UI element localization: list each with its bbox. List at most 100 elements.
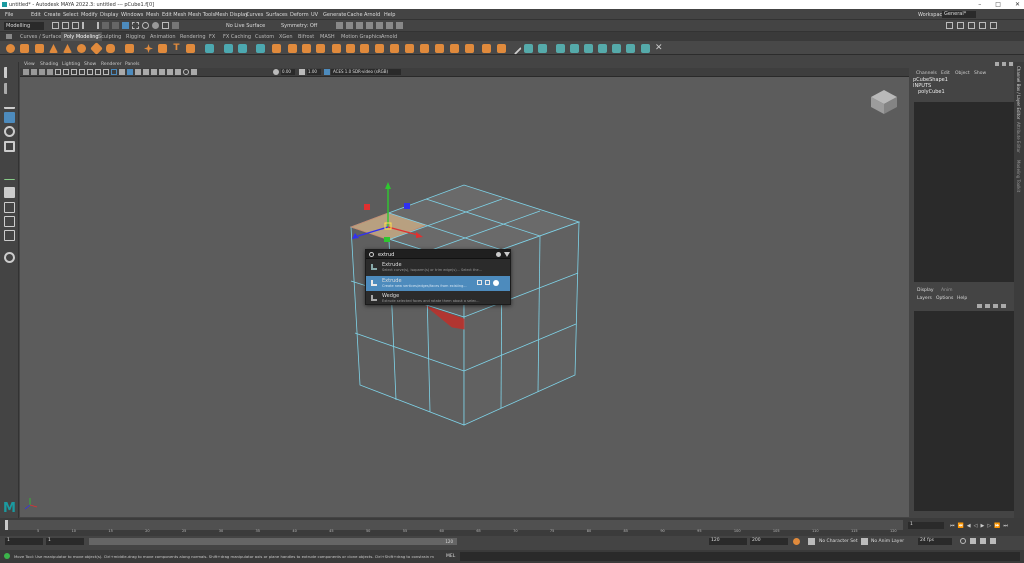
shelf-tab-motion-graphics[interactable]: Motion Graphics	[341, 34, 382, 40]
current-time-marker[interactable]	[5, 520, 8, 530]
merge-icon[interactable]	[390, 44, 399, 53]
step-forward-frame-icon[interactable]: ▷	[987, 523, 991, 529]
menu-modify[interactable]: Modify	[81, 12, 98, 18]
bookmarks-icon[interactable]	[39, 69, 45, 75]
viewport-menu-view[interactable]: View	[24, 62, 35, 67]
planar-map-icon[interactable]	[556, 44, 565, 53]
bevel-icon[interactable]	[346, 44, 355, 53]
fill-hole-icon[interactable]	[375, 44, 384, 53]
delete-history-icon[interactable]: ✕	[655, 44, 664, 53]
viewport-menu-lighting[interactable]: Lighting	[62, 62, 80, 67]
shelf-options-icon[interactable]	[6, 34, 12, 39]
shelf-tab-fx-caching[interactable]: FX Caching	[223, 34, 251, 40]
side-tab-attribute-editor[interactable]: Attribute Editor	[1016, 122, 1021, 153]
wireframe-icon[interactable]	[111, 69, 117, 75]
sweep-mesh-icon[interactable]	[158, 44, 167, 53]
extrude-icon[interactable]	[332, 44, 341, 53]
snap-point-icon[interactable]	[152, 22, 159, 29]
grid-toggle-icon[interactable]	[55, 69, 61, 75]
menu-cache[interactable]: Cache	[347, 12, 363, 18]
bridge-icon[interactable]	[316, 44, 325, 53]
isolate-select-icon[interactable]	[183, 69, 189, 75]
poly-cube-icon[interactable]	[20, 44, 29, 53]
render-settings-icon[interactable]	[356, 22, 363, 29]
boolean-icon[interactable]	[272, 44, 281, 53]
cache-icon[interactable]	[980, 538, 986, 544]
single-view-layout-icon[interactable]	[4, 187, 15, 198]
menu-create[interactable]: Create	[44, 12, 61, 18]
symmetry-dropdown[interactable]: Symmetry: Off	[281, 23, 317, 29]
workspace-dropdown[interactable]: General*	[942, 11, 976, 18]
current-frame-field[interactable]: 1	[908, 522, 944, 529]
character-controls-toggle-icon[interactable]	[957, 22, 964, 29]
pin-icon[interactable]	[995, 62, 999, 66]
spherical-map-icon[interactable]	[584, 44, 593, 53]
anim-layer-icon[interactable]	[861, 538, 868, 545]
side-by-side-layout-icon[interactable]	[4, 216, 15, 227]
step-forward-key-icon[interactable]: ⏩	[994, 523, 1000, 529]
ipr-render-icon[interactable]	[346, 22, 353, 29]
uv-editor-icon[interactable]	[612, 44, 621, 53]
layer-down-icon[interactable]	[985, 304, 990, 308]
playback-end-field[interactable]: 120	[709, 538, 747, 545]
search-result-item-selected[interactable]: Extrude Create new vertices/edges/faces …	[366, 276, 510, 291]
search-result-item[interactable]: Extrude Select curve(s), isoparm(s) or t…	[366, 260, 510, 275]
layout-uv-icon[interactable]	[641, 44, 650, 53]
type-tool-icon[interactable]: T	[172, 44, 181, 53]
modeling-toolkit-toggle-icon[interactable]	[946, 22, 953, 29]
colorspace-dropdown[interactable]: ACES 1.0 SDR-video (sRGB)	[331, 69, 401, 75]
chamfer-icon[interactable]	[465, 44, 474, 53]
persp-graph-layout-icon[interactable]	[4, 230, 15, 241]
channel-menu-object[interactable]: Object	[955, 71, 970, 76]
menu-curves[interactable]: Curves	[246, 12, 263, 18]
gate-mask-icon[interactable]	[79, 69, 85, 75]
shelf-tab-bifrost[interactable]: Bifrost	[298, 34, 314, 40]
new-layer-selected-icon[interactable]	[1001, 304, 1006, 308]
smooth-icon[interactable]	[238, 44, 247, 53]
minimize-icon[interactable]: –	[978, 1, 981, 8]
snap-view-icon[interactable]	[162, 22, 169, 29]
film-gate-icon[interactable]	[63, 69, 69, 75]
input-node-label[interactable]: polyCube1	[913, 89, 1012, 95]
go-to-end-icon[interactable]: ⏭	[1003, 523, 1008, 529]
layer-menu-layers[interactable]: Layers	[917, 296, 932, 301]
side-tab-modeling-toolkit[interactable]: Modeling Toolkit	[1016, 160, 1021, 192]
render-frame-icon[interactable]	[336, 22, 343, 29]
play-backwards-icon[interactable]: ◁	[974, 523, 978, 529]
arnold-render-icon[interactable]	[376, 22, 383, 29]
auto-key-icon[interactable]	[793, 538, 800, 545]
rotate-tool-icon[interactable]	[4, 126, 15, 137]
poly-soccer-ball-icon[interactable]	[125, 44, 134, 53]
new-layer-icon[interactable]	[993, 304, 998, 308]
safe-action-icon[interactable]	[95, 69, 101, 75]
menu-file[interactable]: File	[5, 12, 13, 18]
soft-select-icon[interactable]	[4, 169, 15, 180]
clear-search-icon[interactable]	[496, 252, 501, 257]
menu-display[interactable]: Display	[100, 12, 118, 18]
wireframe-on-shaded-icon[interactable]	[127, 69, 133, 75]
search-result-item[interactable]: Wedge Extrude selected faces and rotate …	[366, 291, 510, 306]
append-polygon-icon[interactable]	[360, 44, 369, 53]
fps-dropdown[interactable]: 24 fps	[918, 538, 952, 545]
separate-icon[interactable]	[224, 44, 233, 53]
scene-start-field[interactable]: 1	[5, 538, 43, 545]
poly-torus-icon[interactable]	[77, 44, 86, 53]
mel-label[interactable]: MEL	[446, 554, 455, 559]
select-component-icon[interactable]	[122, 22, 129, 29]
add-to-shelf-icon[interactable]	[477, 280, 482, 285]
snap-surface-icon[interactable]	[172, 22, 179, 29]
scene-end-field[interactable]: 200	[750, 538, 788, 545]
poly-cylinder-icon[interactable]	[35, 44, 44, 53]
menu-mesh-display[interactable]: Mesh Display	[215, 12, 248, 18]
menu-generate[interactable]: Generate	[323, 12, 346, 18]
channel-menu-channels[interactable]: Channels	[916, 71, 937, 76]
layer-tab-anim[interactable]: Anim	[941, 288, 953, 293]
cylindrical-map-icon[interactable]	[570, 44, 579, 53]
play-forwards-icon[interactable]: ▶	[980, 523, 984, 529]
info-icon[interactable]	[493, 280, 499, 286]
channel-box-area[interactable]	[914, 102, 1014, 282]
viewport-menu-renderer[interactable]: Renderer	[101, 62, 122, 67]
range-slider-bar[interactable]: 120	[89, 538, 457, 545]
shelf-tab-mash[interactable]: MASH	[320, 34, 335, 40]
menu-edit[interactable]: Edit	[31, 12, 41, 18]
